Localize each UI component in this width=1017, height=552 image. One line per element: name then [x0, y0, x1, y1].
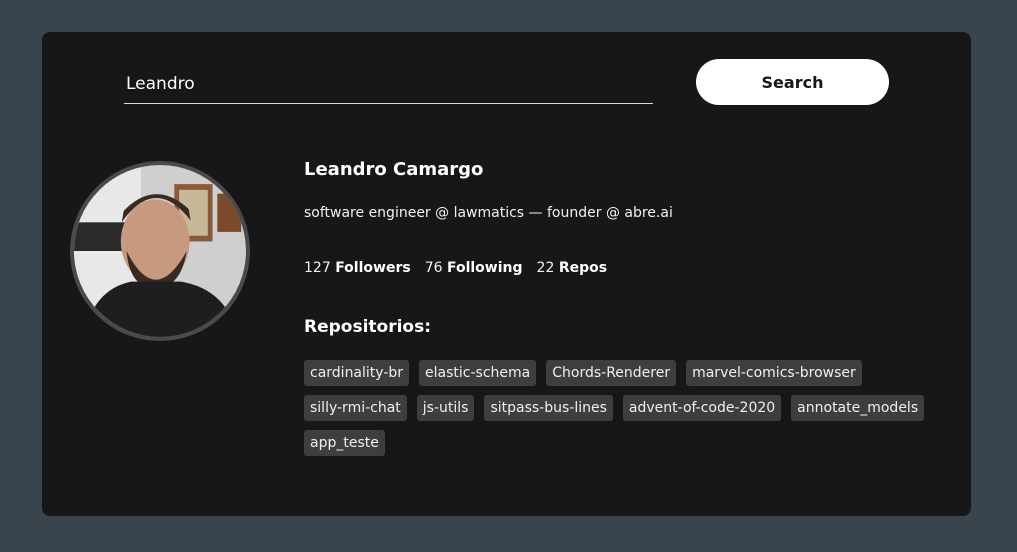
following-count: 76	[424, 260, 443, 276]
repo-tag[interactable]: marvel-comics-browser	[686, 360, 862, 386]
profile-card: Search Leandro Camargo software engineer…	[42, 32, 971, 516]
following-stat: 76 Following	[425, 260, 523, 276]
repo-tag[interactable]: app_teste	[304, 430, 385, 456]
repo-tag[interactable]: Chords-Renderer	[546, 360, 677, 386]
user-stats: 127 Followers 76 Following 22 Repos	[304, 260, 607, 276]
followers-stat: 127 Followers	[304, 260, 411, 276]
search-button[interactable]: Search	[696, 59, 889, 105]
user-name: Leandro Camargo	[304, 159, 484, 180]
user-bio: software engineer @ lawmatics — founder …	[304, 205, 673, 221]
repos-stat: 22 Repos	[537, 260, 608, 276]
repo-tag[interactable]: annotate_models	[791, 395, 925, 421]
repos-heading: Repositorios:	[304, 317, 432, 337]
followers-label: Followers	[335, 260, 411, 276]
avatar	[70, 161, 250, 341]
repo-tag[interactable]: elastic-schema	[419, 360, 537, 386]
repo-tag[interactable]: advent-of-code-2020	[622, 395, 782, 421]
followers-count: 127	[304, 260, 331, 276]
avatar-image	[74, 165, 246, 337]
repo-tag[interactable]: cardinality-br	[304, 360, 410, 386]
repo-list: cardinality-br elastic-schema Chords-Ren…	[304, 360, 934, 456]
repos-label: Repos	[558, 260, 608, 276]
repos-count: 22	[536, 260, 555, 276]
search-input[interactable]	[124, 64, 653, 104]
following-label: Following	[446, 260, 523, 276]
repo-tag[interactable]: silly-rmi-chat	[304, 395, 407, 421]
repo-tag[interactable]: sitpass-bus-lines	[484, 395, 613, 421]
repo-tag[interactable]: js-utils	[416, 395, 475, 421]
